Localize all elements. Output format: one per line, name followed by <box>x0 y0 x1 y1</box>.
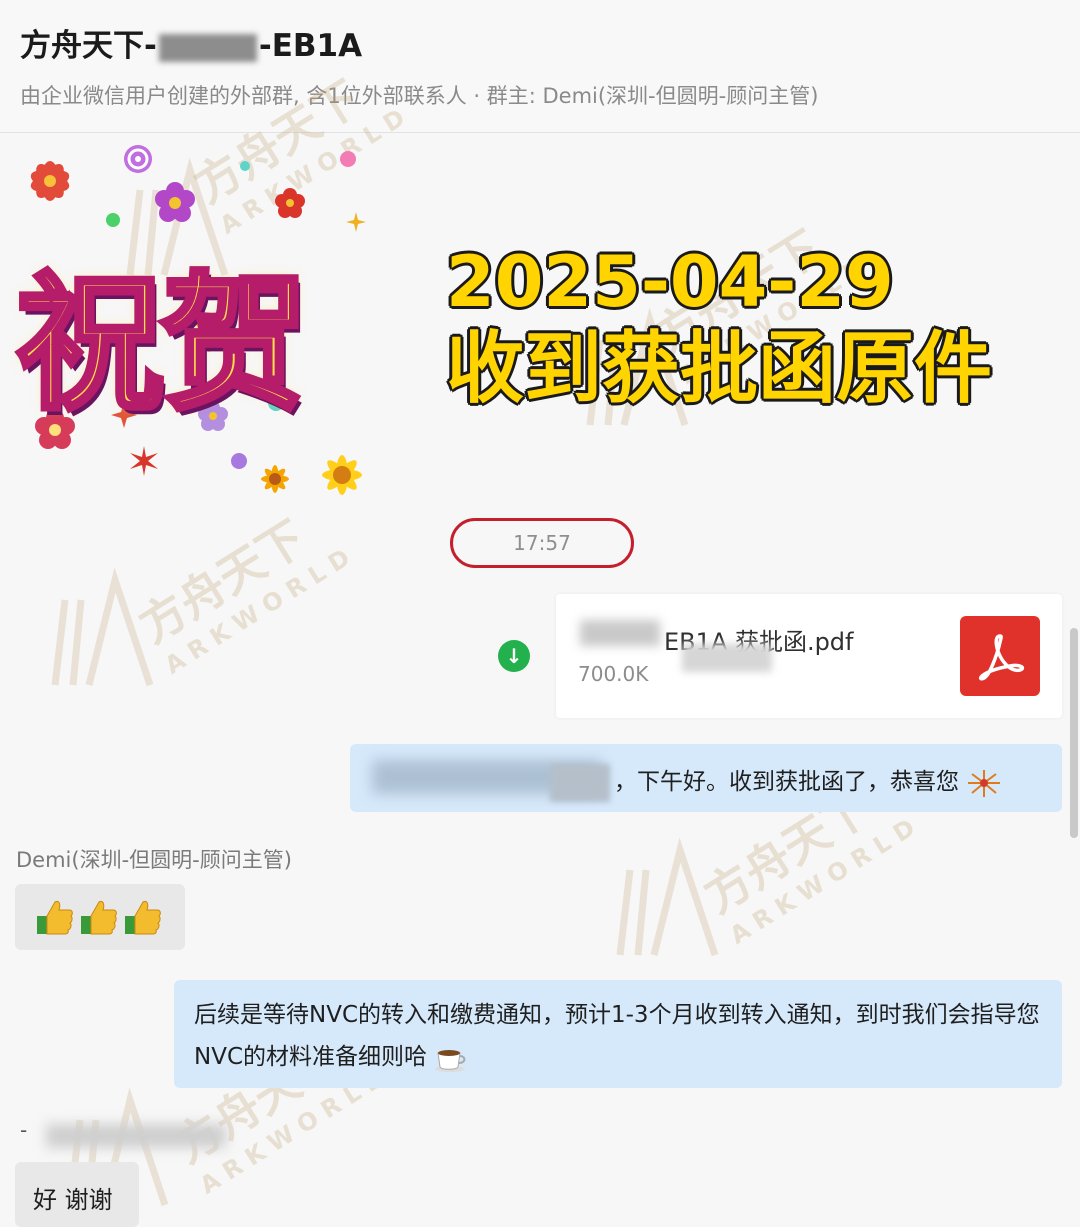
redacted-name <box>158 33 257 62</box>
file-message[interactable]: EB1A 获批函.pdf 700.0K <box>556 594 1062 718</box>
file-size: 700.0K <box>578 662 649 686</box>
flower-icon <box>275 188 305 218</box>
message-text: ，下午好。收到获批函了，恭喜您 <box>614 769 959 795</box>
watermark-logo-icon <box>616 837 719 957</box>
sunflower-icon <box>261 465 289 493</box>
message-text: 好 谢谢 <box>33 1186 113 1214</box>
redacted-filename <box>580 620 660 646</box>
group-title-suffix: -EB1A <box>258 28 363 64</box>
dot-icon <box>240 161 250 171</box>
thumbs-up-icon <box>37 901 73 935</box>
dot-icon <box>340 151 356 167</box>
group-title[interactable]: 方舟天下- -EB1A <box>20 20 362 65</box>
star-icon <box>346 212 366 232</box>
flower-icon <box>30 161 70 201</box>
headline-text: 收到获批函原件 <box>446 324 993 414</box>
message-bubble-incoming[interactable]: 好 谢谢 <box>15 1162 139 1227</box>
headline-date: 2025-04-29 <box>446 241 894 323</box>
message-bubble-outgoing[interactable]: 后续是等待NVC的转入和缴费通知，预计1-3个月收到转入通知，到时我们会指导您N… <box>174 980 1062 1088</box>
sender-name-redacted: - <box>16 1118 226 1148</box>
thumbs-up-icon <box>81 901 117 935</box>
headline: 2025-04-29 收到获批函原件 <box>446 240 1006 414</box>
message-bubble-incoming[interactable] <box>15 884 185 950</box>
congrats-title: 祝贺 <box>14 256 311 433</box>
flower-icon <box>155 182 195 222</box>
redacted-name <box>46 1124 226 1148</box>
redacted-name <box>550 764 610 802</box>
scrollbar[interactable] <box>1070 628 1078 838</box>
dot-icon <box>231 453 247 469</box>
thumbs-up-icon <box>125 901 161 935</box>
group-title-prefix: 方舟天下- <box>20 28 157 64</box>
watermark-logo-icon <box>51 567 154 687</box>
spiral-icon <box>124 145 152 173</box>
coffee-emoji-icon <box>435 1049 466 1072</box>
thumbs-up-emojis <box>35 898 167 940</box>
chat-header: 方舟天下- -EB1A 由企业微信用户创建的外部群, 含1位外部联系人 · 群主:… <box>0 0 1080 133</box>
message-bubble-outgoing[interactable]: ，下午好。收到获批函了，恭喜您 <box>350 744 1062 812</box>
download-icon[interactable]: ↓ <box>498 640 530 672</box>
message-text: 后续是等待NVC的转入和缴费通知，预计1-3个月收到转入通知，到时我们会指导您N… <box>194 1002 1040 1070</box>
star-icon <box>130 446 158 476</box>
sunflower-icon <box>322 455 362 495</box>
sender-name: Demi(深圳-但圆明-顾问主管) <box>16 848 292 872</box>
pdf-icon <box>960 616 1040 696</box>
message-timestamp: 17:57 <box>450 518 634 568</box>
redacted-overlay <box>682 644 772 672</box>
fireworks-emoji-icon <box>968 769 1001 797</box>
group-subtitle: 由企业微信用户创建的外部群, 含1位外部联系人 · 群主: Demi(深圳-但圆… <box>20 84 819 108</box>
